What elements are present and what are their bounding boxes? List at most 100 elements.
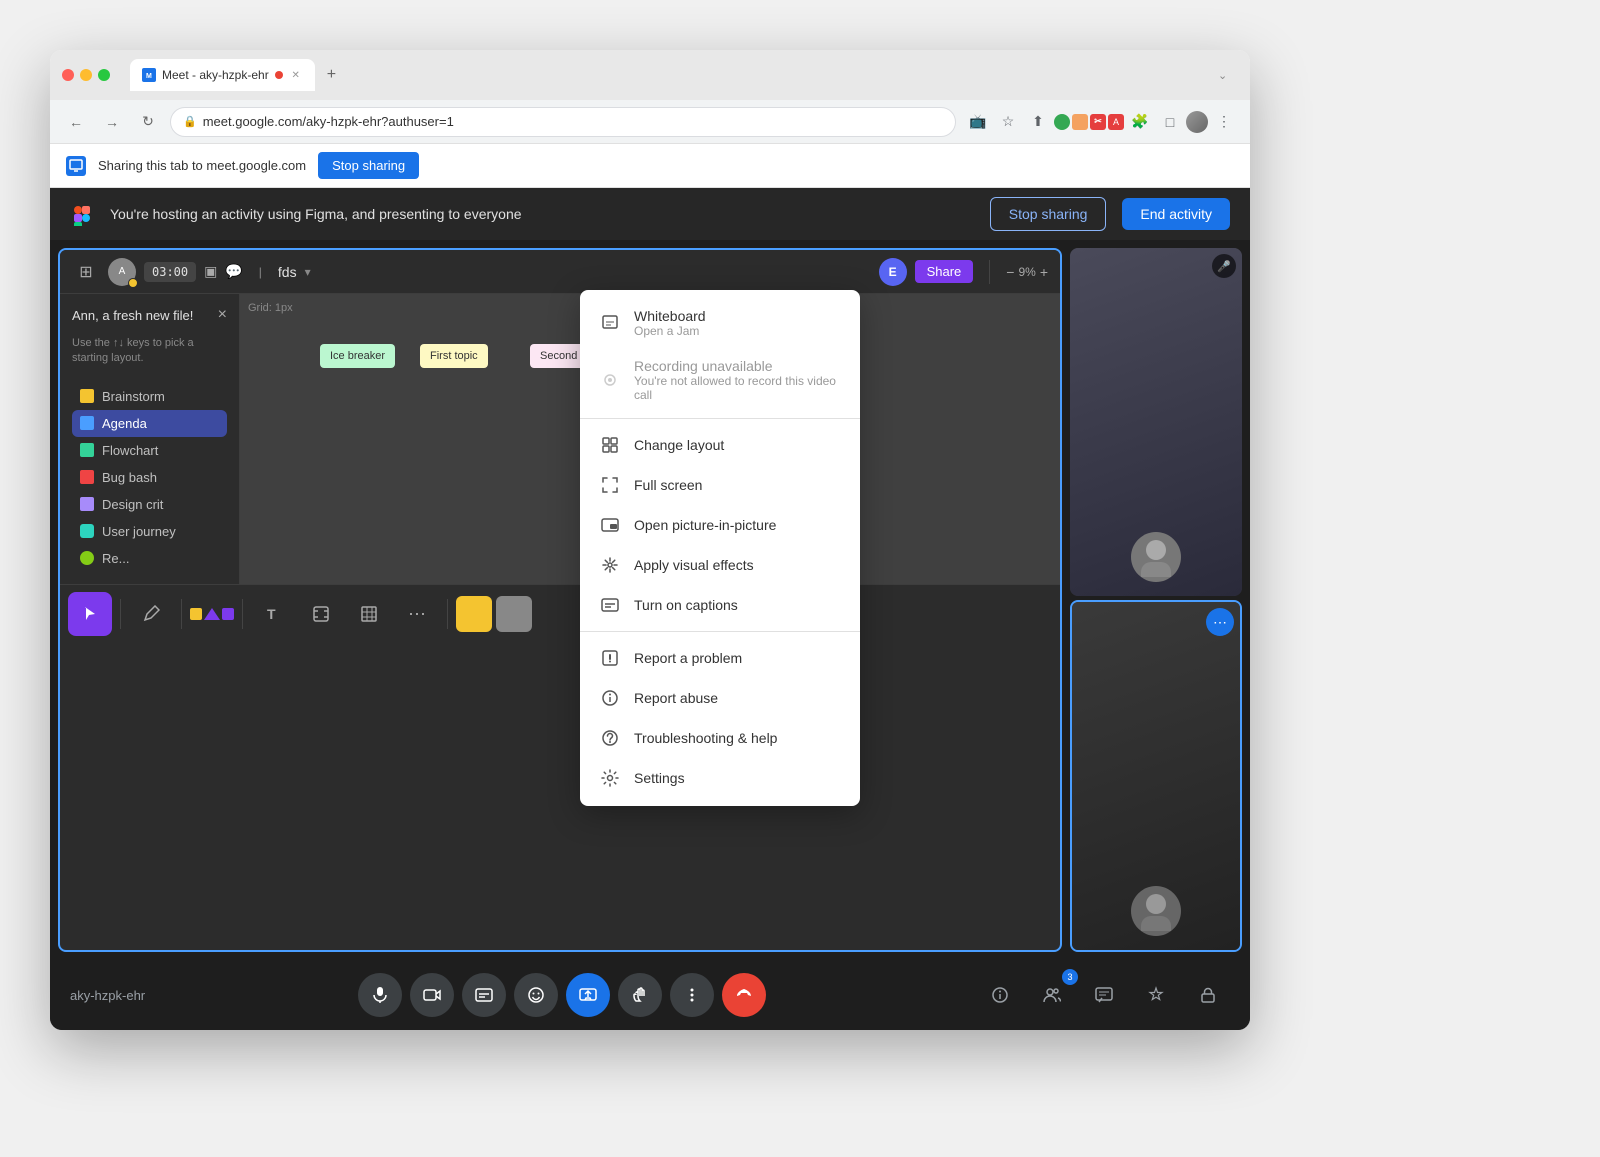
tab-bar: M Meet - aky-hzpk-ehr ✕ + [130, 59, 1210, 91]
fullscreen-icon [600, 475, 620, 495]
title-bar: M Meet - aky-hzpk-ehr ✕ + ⌄ [50, 50, 1250, 100]
extensions-button[interactable]: 🧩 [1126, 108, 1154, 136]
new-tab-button[interactable]: + [319, 62, 344, 88]
refresh-button[interactable]: ↻ [134, 108, 162, 136]
full-screen-label: Full screen [634, 477, 702, 493]
end-activity-button[interactable]: End activity [1122, 198, 1230, 230]
video-panel-2: ⋯ [1070, 600, 1242, 952]
sharing-icon [66, 156, 86, 176]
menu-item-troubleshooting[interactable]: Troubleshooting & help [580, 718, 860, 758]
tab-search-button[interactable]: □ [1156, 108, 1184, 136]
minimize-button[interactable] [80, 69, 92, 81]
raise-hand-button[interactable] [618, 973, 662, 1017]
tool-frame[interactable] [299, 592, 343, 636]
figma-item-agenda[interactable]: Agenda [72, 410, 227, 437]
menu-item-report-abuse[interactable]: Report abuse [580, 678, 860, 718]
address-bar[interactable]: 🔒 meet.google.com/aky-hzpk-ehr?authuser=… [170, 107, 956, 137]
sparkle-icon [600, 555, 620, 575]
figma-item-re[interactable]: Re... [72, 545, 227, 572]
recording-sub: You're not allowed to record this video … [634, 374, 840, 402]
recording-text-stack: Recording unavailable You're not allowed… [634, 358, 840, 402]
video-more-button[interactable]: ⋯ [1206, 608, 1234, 636]
menu-item-captions[interactable]: Turn on captions [580, 585, 860, 625]
active-tab[interactable]: M Meet - aky-hzpk-ehr ✕ [130, 59, 315, 91]
recording-label: Recording unavailable [634, 358, 840, 374]
back-button[interactable]: ← [62, 108, 90, 136]
stop-sharing-activity-button[interactable]: Stop sharing [990, 197, 1107, 231]
userjourney-label: User journey [102, 524, 176, 539]
person-silhouette-2 [1131, 886, 1181, 940]
record-icon [600, 370, 620, 390]
window-controls: ⌄ [1218, 66, 1238, 84]
menu-item-settings[interactable]: Settings [580, 758, 860, 798]
figma-item-flowchart[interactable]: Flowchart [72, 437, 227, 464]
close-button[interactable] [62, 69, 74, 81]
tool-more[interactable]: ⋯ [395, 592, 439, 636]
more-options-button[interactable] [670, 973, 714, 1017]
tool-stamps [456, 596, 532, 632]
figma-view-button[interactable]: ▣ [204, 263, 217, 280]
figma-item-userjourney[interactable]: User journey [72, 518, 227, 545]
figma-timer: 03:00 [144, 262, 196, 282]
brainstorm-icon [80, 389, 94, 403]
help-icon [600, 728, 620, 748]
tool-pen[interactable] [129, 592, 173, 636]
menu-item-full-screen[interactable]: Full screen [580, 465, 860, 505]
forward-button[interactable]: → [98, 108, 126, 136]
profile-avatar[interactable] [1186, 111, 1208, 133]
menu-divider-2 [580, 631, 860, 632]
designcrit-icon [80, 497, 94, 511]
activity-text: You're hosting an activity using Figma, … [110, 206, 974, 222]
maximize-button[interactable] [98, 69, 110, 81]
bookmark-button[interactable]: ☆ [994, 108, 1022, 136]
mic-button[interactable] [358, 973, 402, 1017]
emoji-button[interactable] [514, 973, 558, 1017]
tool-table[interactable] [347, 592, 391, 636]
tab-close-button[interactable]: ✕ [289, 68, 303, 82]
chat-button[interactable] [1082, 973, 1126, 1017]
figma-menu-button[interactable]: ⊞ [72, 258, 100, 286]
agenda-icon [80, 416, 94, 430]
menu-item-report-problem[interactable]: Report a problem [580, 638, 860, 678]
tool-text[interactable]: T [251, 592, 295, 636]
host-controls-button[interactable] [1186, 973, 1230, 1017]
download-button[interactable]: ⬆ [1024, 108, 1052, 136]
brainstorm-label: Brainstorm [102, 389, 165, 404]
cast-button[interactable]: 📺 [964, 108, 992, 136]
chrome-menu-button[interactable]: ⋮ [1210, 108, 1238, 136]
figma-close-button[interactable]: × [218, 306, 227, 324]
figma-chat-button[interactable]: 💬 [225, 263, 242, 280]
stamp-gray[interactable] [496, 596, 532, 632]
stamp-yellow[interactable] [456, 596, 492, 632]
bugbash-icon [80, 470, 94, 484]
tool-sep-1 [120, 599, 121, 629]
tool-shapes[interactable] [190, 592, 234, 636]
video-person-1: 🎤 [1070, 248, 1242, 596]
zoom-in-button[interactable]: + [1040, 264, 1048, 280]
figma-dropdown-arrow[interactable]: ▾ [305, 265, 311, 279]
figma-item-brainstorm[interactable]: Brainstorm [72, 383, 227, 410]
figma-item-bugbash[interactable]: Bug bash [72, 464, 227, 491]
camera-button[interactable] [410, 973, 454, 1017]
menu-item-pip[interactable]: Open picture-in-picture [580, 505, 860, 545]
end-call-button[interactable] [722, 973, 766, 1017]
captions-label: Turn on captions [634, 597, 738, 613]
meet-controls [358, 973, 766, 1017]
figma-share-button[interactable]: Share [915, 260, 974, 283]
whiteboard-sub: Open a Jam [634, 324, 706, 338]
menu-item-change-layout[interactable]: Change layout [580, 425, 860, 465]
tool-select[interactable] [68, 592, 112, 636]
bugbash-label: Bug bash [102, 470, 157, 485]
share-screen-button[interactable] [566, 973, 610, 1017]
captions-button[interactable] [462, 973, 506, 1017]
figma-item-designcrit[interactable]: Design crit [72, 491, 227, 518]
activities-button[interactable] [1134, 973, 1178, 1017]
menu-item-visual-effects[interactable]: Apply visual effects [580, 545, 860, 585]
stop-sharing-browser-button[interactable]: Stop sharing [318, 152, 419, 179]
meeting-info-button[interactable] [978, 973, 1022, 1017]
traffic-lights [62, 69, 110, 81]
menu-item-whiteboard[interactable]: Whiteboard Open a Jam [580, 298, 860, 348]
zoom-out-button[interactable]: − [1006, 264, 1014, 280]
figma-zoom-controls: − 9% + [1006, 264, 1048, 280]
figma-toolbar: ⊞ A 03:00 ▣ 💬 | fds ▾ E Share [60, 250, 1060, 294]
